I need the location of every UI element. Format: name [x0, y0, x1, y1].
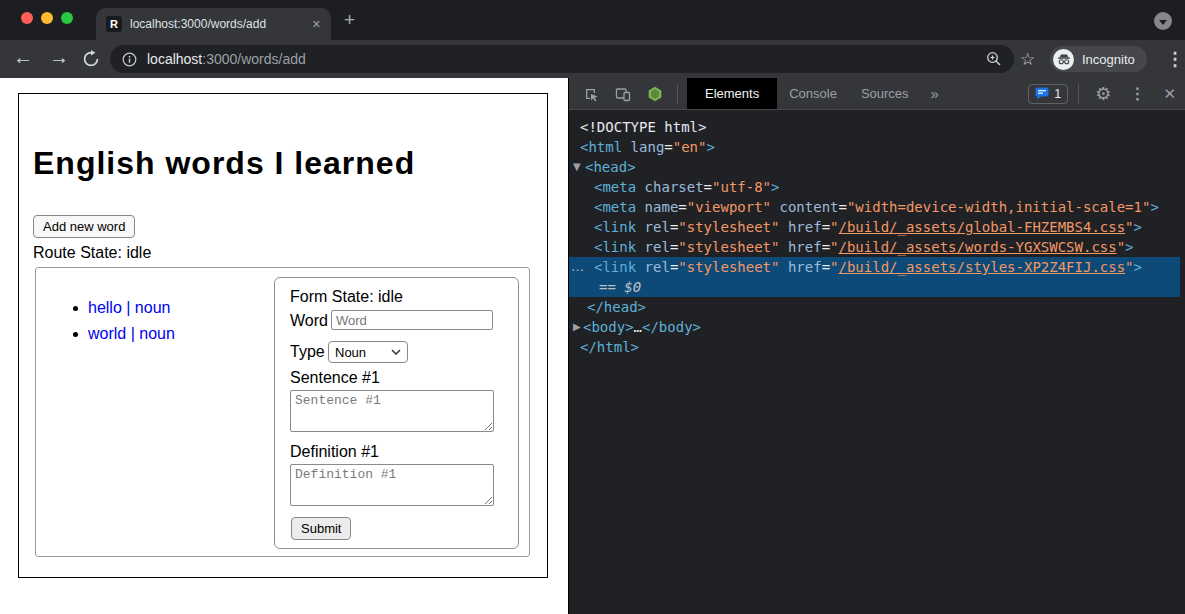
tab-title: localhost:3000/words/add [130, 17, 306, 31]
resize-handle-icon[interactable] [484, 422, 493, 431]
code-line[interactable]: <!DOCTYPE html> [569, 117, 1185, 137]
chevron-down-icon [1159, 20, 1167, 25]
tab-sources[interactable]: Sources [849, 78, 921, 109]
info-icon[interactable] [122, 52, 137, 67]
tab-elements[interactable]: Elements [687, 78, 777, 109]
code-line[interactable]: </html> [569, 337, 1185, 357]
incognito-icon [1057, 52, 1071, 66]
code-line[interactable]: <meta name="viewport" content="width=dev… [569, 197, 1185, 217]
incognito-badge[interactable]: Incognito [1050, 46, 1147, 72]
bookmark-star-icon[interactable]: ☆ [1020, 49, 1035, 70]
issues-count: 1 [1054, 87, 1061, 101]
divider [677, 84, 678, 104]
code-line[interactable]: <link rel="stylesheet" href="/build/_ass… [569, 237, 1185, 257]
more-tabs-icon[interactable]: » [921, 78, 949, 109]
inspect-element-icon[interactable] [583, 86, 599, 102]
devtools-close-icon[interactable]: ✕ [1163, 85, 1176, 103]
incognito-avatar [1053, 49, 1074, 70]
code-line[interactable]: == $0 [569, 277, 1180, 297]
sentence-textarea[interactable] [290, 390, 494, 432]
close-window-button[interactable] [21, 12, 33, 24]
tab-console[interactable]: Console [777, 78, 849, 109]
word-input[interactable] [331, 310, 493, 330]
word-label: Word [290, 312, 328, 330]
web-page: English words I learned Add new word Rou… [0, 78, 568, 614]
incognito-label: Incognito [1082, 52, 1135, 67]
browser-window: R localhost:3000/words/add ✕ + ← → local… [0, 0, 1185, 614]
add-new-word-button[interactable]: Add new word [33, 215, 135, 238]
back-button[interactable]: ← [13, 46, 33, 69]
chevron-down-icon [391, 349, 401, 355]
submit-button[interactable]: Submit [291, 517, 351, 540]
devtools-toolbar: Elements Console Sources » 1 ⚙ ⋮ ✕ [569, 78, 1185, 110]
resize-handle-icon[interactable] [484, 496, 493, 505]
elements-tree: <!DOCTYPE html><html lang="en">▼<head><m… [569, 110, 1185, 614]
sentence-label: Sentence #1 [290, 369, 380, 387]
definition-label: Definition #1 [290, 443, 379, 461]
tab-close-icon[interactable]: ✕ [312, 18, 321, 31]
word-list-item: hello | noun [73, 299, 175, 325]
code-line[interactable]: ▶<body>…</body> [569, 317, 1185, 337]
remix-favicon-icon: R [106, 16, 122, 32]
tab-strip: R localhost:3000/words/add ✕ + [0, 0, 1185, 40]
type-select[interactable]: Noun [328, 341, 408, 363]
url-path: :3000/words/add [202, 51, 306, 67]
maximize-window-button[interactable] [61, 12, 73, 24]
word-list: hello | noun world | noun [73, 299, 175, 351]
code-line[interactable]: ▼<head> [569, 157, 1185, 177]
expand-arrow-icon[interactable]: ▼ [573, 157, 581, 177]
url-host: localhost [147, 51, 202, 67]
bullet-icon [73, 306, 78, 311]
reload-button[interactable] [82, 50, 100, 68]
expand-arrow-icon[interactable]: ▶ [573, 317, 581, 337]
route-state-text: Route State: idle [33, 244, 151, 262]
code-line[interactable]: </head> [569, 297, 1185, 317]
browser-menu-icon[interactable]: ⋮ [1166, 48, 1184, 70]
divider [1078, 84, 1079, 104]
word-link[interactable]: world | noun [88, 325, 175, 342]
code-line[interactable]: <meta charset="utf-8"> [569, 177, 1185, 197]
word-link[interactable]: hello | noun [88, 299, 170, 316]
issues-message-icon [1035, 87, 1049, 100]
definition-textarea[interactable] [290, 464, 494, 506]
tab-search-button[interactable] [1154, 12, 1172, 30]
browser-toolbar: ← → localhost:3000/words/add ☆ Incognito… [0, 40, 1185, 78]
new-tab-button[interactable]: + [344, 12, 355, 28]
browser-tab[interactable]: R localhost:3000/words/add ✕ [96, 8, 331, 40]
window-controls [21, 12, 73, 24]
bullet-icon [73, 332, 78, 337]
issues-badge[interactable]: 1 [1028, 84, 1068, 104]
node-js-icon[interactable] [647, 86, 663, 102]
forward-button[interactable]: → [49, 46, 69, 69]
device-toolbar-icon[interactable] [615, 86, 631, 102]
form-state-text: Form State: idle [290, 288, 403, 306]
url-bar[interactable]: localhost:3000/words/add [110, 45, 1014, 73]
word-list-item: world | noun [73, 325, 175, 351]
page-title: English words I learned [33, 144, 415, 182]
minimize-window-button[interactable] [41, 12, 53, 24]
settings-gear-icon[interactable]: ⚙ [1095, 83, 1111, 105]
type-select-value: Noun [335, 345, 366, 360]
devtools-menu-icon[interactable]: ⋮ [1129, 84, 1145, 103]
code-line[interactable]: <link rel="stylesheet" href="/build/_ass… [569, 217, 1185, 237]
line-options-icon[interactable]: … [571, 257, 584, 276]
devtools-panel: Elements Console Sources » 1 ⚙ ⋮ ✕ <!DOC… [568, 78, 1185, 614]
code-line[interactable]: <html lang="en"> [569, 137, 1185, 157]
code-line[interactable]: …<link rel="stylesheet" href="/build/_as… [569, 257, 1180, 277]
type-label: Type [290, 343, 325, 361]
zoom-icon[interactable] [986, 51, 1002, 67]
